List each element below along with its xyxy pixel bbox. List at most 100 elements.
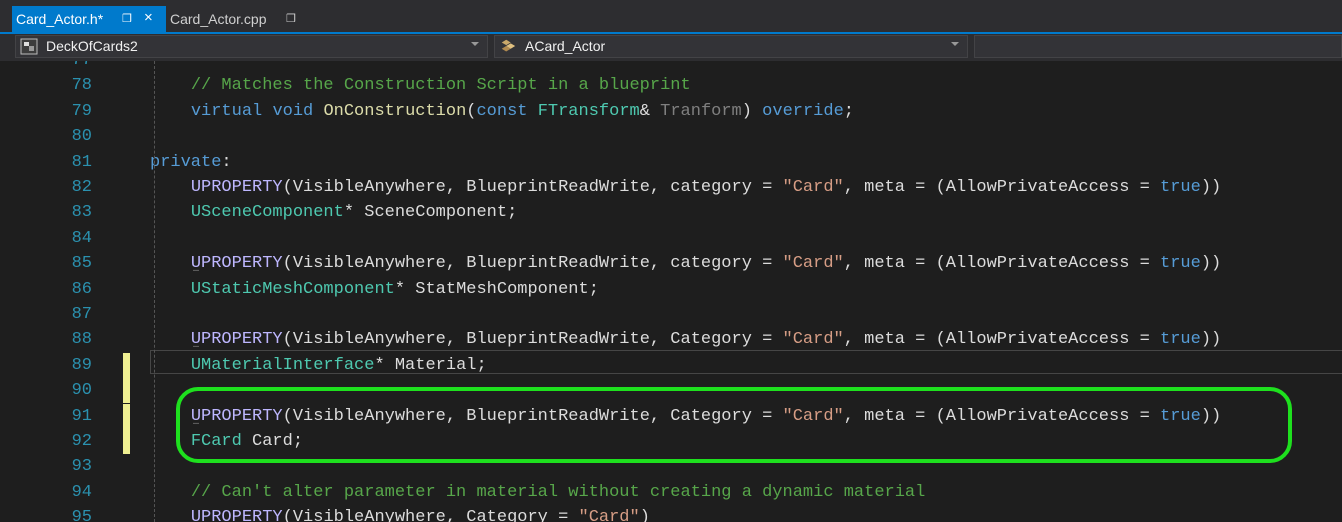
pin-icon[interactable]: ❒	[122, 12, 132, 25]
code-token: "Card"	[782, 178, 844, 197]
tab-label: Card_Actor.cpp	[170, 11, 267, 27]
collapsed-hint: …	[193, 264, 201, 276]
code-text: UPROPERTY(VisibleAnywhere, BlueprintRead…	[150, 251, 1221, 276]
line-number: 89	[71, 355, 92, 375]
code-token: const	[476, 101, 528, 121]
code-token: (	[466, 101, 477, 121]
code-token: )	[741, 101, 763, 121]
highlight-annotation	[176, 387, 1292, 463]
document-tab-bar: Card_Actor.h* ❒ × Card_Actor.cpp ❒	[0, 0, 1342, 33]
project-dropdown[interactable]: DeckOfCards2	[15, 35, 488, 58]
change-marker	[123, 352, 130, 378]
change-marker	[123, 378, 130, 404]
code-text: UStaticMeshComponent* StatMeshComponent;	[150, 277, 599, 302]
code-token: , meta = (AllowPrivateAccess =	[843, 254, 1161, 274]
code-text: UPROPERTY(VisibleAnywhere, BlueprintRead…	[150, 175, 1221, 200]
line-number: 78	[71, 76, 92, 96]
code-line[interactable]: 87	[0, 302, 1342, 327]
code-token: (VisibleAnywhere, BlueprintReadWrite, Ca…	[282, 330, 783, 350]
change-marker	[123, 429, 130, 454]
code-token: (VisibleAnywhere, BlueprintReadWrite, ca…	[282, 178, 783, 197]
line-number: 81	[71, 152, 92, 172]
line-number: 85	[71, 254, 92, 274]
code-line[interactable]: 82 UPROPERTY(VisibleAnywhere, BlueprintR…	[0, 175, 1342, 200]
code-token: * SceneComponent;	[343, 203, 518, 223]
code-token: UPROPERTY	[190, 508, 283, 522]
tab-card-actor-h[interactable]: Card_Actor.h* ❒ ×	[12, 6, 166, 32]
member-dropdown[interactable]	[974, 35, 1342, 58]
tab-card-actor-cpp[interactable]: Card_Actor.cpp ❒	[166, 6, 306, 32]
code-token: private	[150, 152, 222, 172]
code-line[interactable]: 83 USceneComponent* SceneComponent;	[0, 200, 1342, 225]
code-token: void	[272, 101, 314, 121]
code-line[interactable]: 95 UPROPERTY(VisibleAnywhere, Category =…	[0, 505, 1342, 522]
code-token: // Can't alter parameter in material wit…	[190, 482, 926, 502]
project-icon	[20, 38, 38, 55]
line-number: 91	[71, 406, 92, 426]
code-token: OnConstruction	[323, 101, 467, 121]
code-text: virtual void OnConstruction(const FTrans…	[150, 99, 854, 124]
code-token: UPROPERTY	[190, 178, 283, 197]
code-token: override	[762, 101, 844, 121]
code-token: USceneComponent	[190, 203, 344, 223]
code-text: // Matches the Construction Script in a …	[150, 73, 691, 98]
collapsed-hint: …	[193, 340, 201, 352]
line-number: 95	[71, 508, 92, 522]
code-token: &	[639, 101, 661, 121]
code-line[interactable]: 88 UPROPERTY(VisibleAnywhere, BlueprintR…	[0, 327, 1342, 352]
code-line[interactable]: 80	[0, 124, 1342, 149]
line-number: 83	[71, 203, 92, 223]
code-line[interactable]: 77	[0, 61, 1342, 73]
indent-guide	[154, 61, 155, 522]
class-name: ACard_Actor	[525, 38, 606, 54]
class-icon	[501, 39, 516, 52]
code-token: , meta = (AllowPrivateAccess =	[843, 178, 1161, 197]
navigation-bar: DeckOfCards2 ACard_Actor	[0, 34, 1342, 61]
code-text: UPROPERTY(VisibleAnywhere, BlueprintRead…	[150, 327, 1221, 352]
code-line[interactable]: 94 // Can't alter parameter in material …	[0, 480, 1342, 505]
code-line[interactable]: 85 UPROPERTY(VisibleAnywhere, BlueprintR…	[0, 251, 1342, 276]
code-token: * Material;	[374, 355, 487, 375]
code-token: "Card"	[578, 508, 640, 522]
code-token: (VisibleAnywhere, Category =	[282, 508, 579, 522]
code-line[interactable]: 84	[0, 226, 1342, 251]
code-line[interactable]: 81 private:	[0, 150, 1342, 175]
code-token: ))	[1200, 178, 1222, 197]
line-number: 88	[71, 330, 92, 350]
code-text: UMaterialInterface* Material;	[150, 353, 487, 378]
code-token: :	[221, 152, 232, 172]
code-line[interactable]: 78 // Matches the Construction Script in…	[0, 73, 1342, 98]
code-token: ))	[1200, 330, 1222, 350]
code-line[interactable]: 79 virtual void OnConstruction(const FTr…	[0, 99, 1342, 124]
code-text: UPROPERTY(VisibleAnywhere, Category = "C…	[150, 505, 650, 522]
line-number: 80	[71, 127, 92, 147]
chevron-down-icon	[471, 42, 479, 46]
code-token: ))	[1200, 254, 1222, 274]
code-line[interactable]: 89 UMaterialInterface* Material;	[0, 352, 1342, 378]
code-token: , meta = (AllowPrivateAccess =	[843, 330, 1161, 350]
pin-icon[interactable]: ❒	[286, 12, 296, 25]
code-text: // Can't alter parameter in material wit…	[150, 480, 926, 505]
line-number: 94	[71, 482, 92, 502]
close-icon[interactable]: ×	[144, 9, 153, 26]
line-number: 86	[71, 279, 92, 299]
line-number: 77	[40, 61, 92, 73]
code-token: UPROPERTY	[190, 254, 283, 274]
line-number: 87	[71, 305, 92, 324]
code-line[interactable]: 86 UStaticMeshComponent* StatMeshCompone…	[0, 277, 1342, 302]
code-token: UStaticMeshComponent	[190, 279, 395, 299]
class-dropdown[interactable]: ACard_Actor	[494, 35, 968, 58]
code-token: FTransform	[537, 101, 640, 121]
chevron-down-icon	[951, 42, 959, 46]
